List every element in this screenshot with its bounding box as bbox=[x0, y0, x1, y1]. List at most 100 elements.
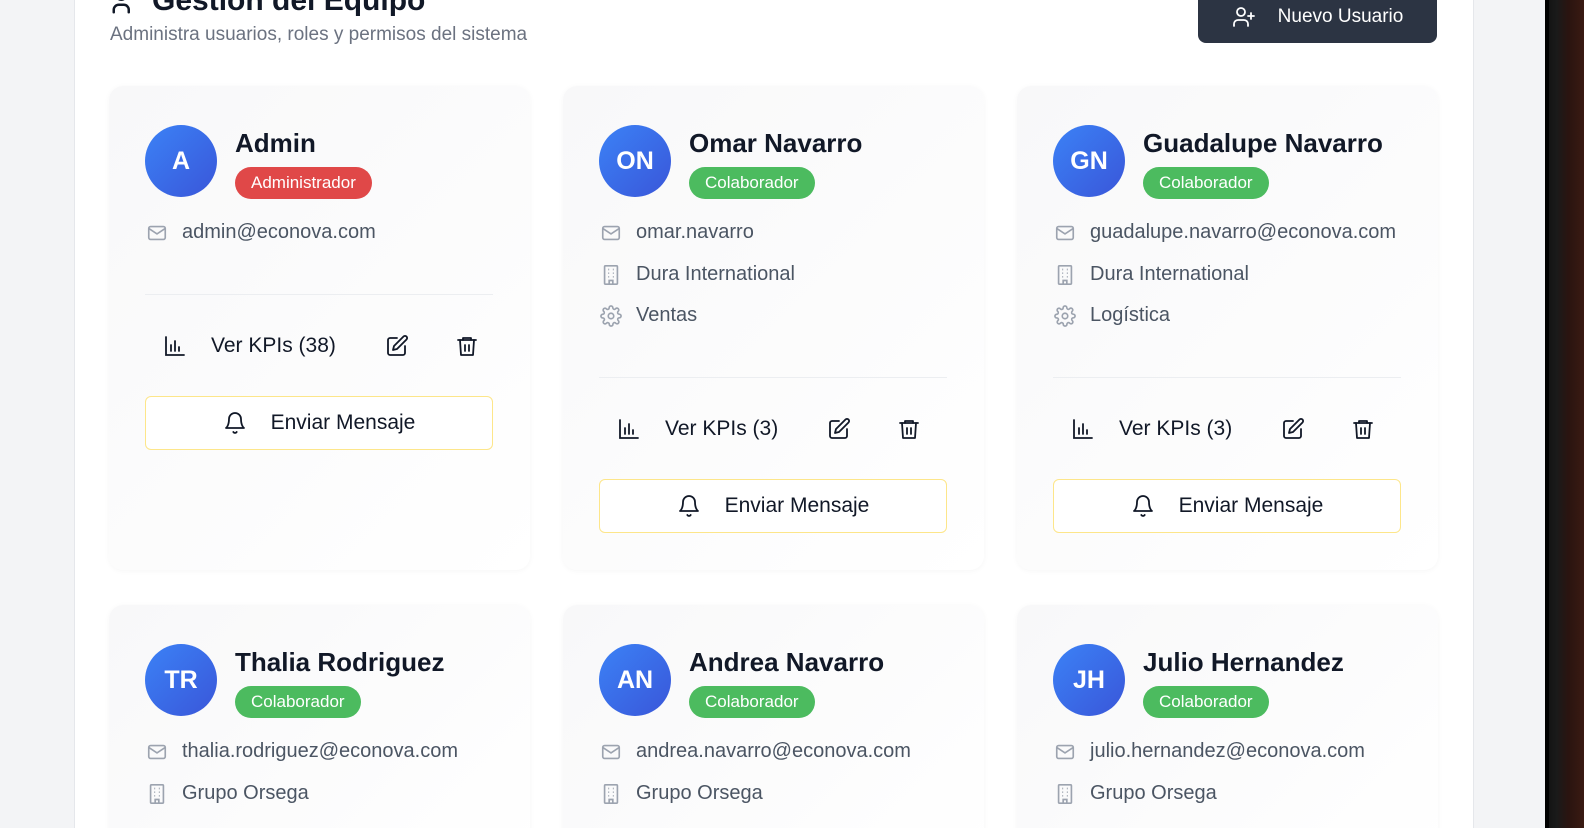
email-row: omar.navarro bbox=[600, 221, 754, 244]
users-icon bbox=[112, 0, 130, 14]
page-title-text: Gestión del Equipo bbox=[152, 0, 426, 17]
user-name: Guadalupe Navarro bbox=[1143, 128, 1383, 158]
edit-icon bbox=[386, 335, 408, 356]
trash-icon bbox=[456, 337, 477, 356]
page-subtitle: Administra usuarios, roles y permisos de… bbox=[110, 24, 528, 45]
role-badge: Colaborador bbox=[689, 686, 815, 718]
view-kpis-button[interactable]: Ver KPIs (3) bbox=[1071, 417, 1232, 441]
role-badge: Colaborador bbox=[1143, 686, 1269, 718]
gear-icon bbox=[600, 304, 622, 327]
mail-icon bbox=[147, 225, 167, 240]
email-row: thalia.rodriguez@econova.com bbox=[146, 740, 458, 763]
department-text: Logística bbox=[1090, 304, 1171, 326]
role-badge: Administrador bbox=[235, 167, 372, 199]
mail-icon bbox=[147, 744, 167, 759]
view-kpis-button[interactable]: Ver KPIs (3) bbox=[617, 417, 778, 441]
new-user-label: Nuevo Usuario bbox=[1277, 5, 1404, 27]
page-background bbox=[0, 0, 74, 828]
desktop-background-edge bbox=[1545, 0, 1584, 828]
card-actions: Ver KPIs (38) bbox=[163, 331, 482, 361]
page-title: Gestión del Equipo bbox=[110, 0, 425, 18]
gear-icon bbox=[1054, 304, 1076, 327]
user-card: AN Andrea Navarro Colaborador andrea.nav… bbox=[563, 605, 984, 828]
department-text: Ventas bbox=[636, 304, 698, 326]
user-name: Omar Navarro bbox=[689, 128, 863, 158]
user-plus-icon bbox=[1232, 6, 1255, 27]
user-card: ON Omar Navarro Colaborador omar.navarro… bbox=[563, 86, 984, 570]
divider bbox=[145, 294, 493, 295]
building-icon bbox=[149, 783, 165, 804]
user-name: Thalia Rodriguez bbox=[235, 647, 445, 677]
company-text: Grupo Orsega bbox=[1090, 782, 1217, 804]
building-icon bbox=[1057, 783, 1073, 804]
bar-chart-icon bbox=[1073, 419, 1093, 439]
send-message-button[interactable]: Enviar Mensaje bbox=[599, 479, 947, 533]
email-text: admin@econova.com bbox=[182, 221, 376, 243]
send-message-button[interactable]: Enviar Mensaje bbox=[145, 396, 493, 450]
send-message-label: Enviar Mensaje bbox=[270, 411, 416, 434]
company-text: Dura International bbox=[1090, 263, 1249, 285]
company-row: Grupo Orsega bbox=[1054, 782, 1217, 805]
department-row: Ventas bbox=[600, 304, 697, 327]
view-kpis-button[interactable]: Ver KPIs (38) bbox=[163, 334, 336, 358]
send-message-button[interactable]: Enviar Mensaje bbox=[1053, 479, 1401, 533]
divider bbox=[1053, 377, 1401, 378]
company-row: Grupo Orsega bbox=[146, 782, 309, 805]
avatar: A bbox=[145, 125, 217, 197]
email-row: guadalupe.navarro@econova.com bbox=[1054, 221, 1396, 244]
avatar: GN bbox=[1053, 125, 1125, 197]
mail-icon bbox=[1055, 744, 1075, 759]
email-row: julio.hernandez@econova.com bbox=[1054, 740, 1365, 763]
email-text: andrea.navarro@econova.com bbox=[636, 740, 911, 762]
email-row: admin@econova.com bbox=[146, 221, 376, 244]
trash-icon bbox=[899, 420, 920, 439]
avatar: AN bbox=[599, 644, 671, 716]
card-actions: Ver KPIs (3) bbox=[1071, 414, 1378, 444]
edit-button[interactable] bbox=[1278, 414, 1308, 444]
delete-button[interactable] bbox=[1348, 414, 1378, 444]
email-text: thalia.rodriguez@econova.com bbox=[182, 740, 459, 762]
user-card: TR Thalia Rodriguez Colaborador thalia.r… bbox=[109, 605, 530, 828]
email-row: andrea.navarro@econova.com bbox=[600, 740, 911, 763]
company-row: Grupo Orsega bbox=[600, 782, 763, 805]
role-badge: Colaborador bbox=[689, 167, 815, 199]
company-row: Dura International bbox=[600, 263, 795, 286]
user-name: Admin bbox=[235, 128, 316, 158]
view-kpis-label: Ver KPIs (3) bbox=[665, 417, 779, 440]
send-message-label: Enviar Mensaje bbox=[724, 494, 870, 517]
edit-button[interactable] bbox=[382, 331, 412, 361]
mail-icon bbox=[601, 225, 621, 240]
avatar: JH bbox=[1053, 644, 1125, 716]
delete-button[interactable] bbox=[452, 331, 482, 361]
bell-icon bbox=[224, 412, 245, 434]
mail-icon bbox=[1055, 225, 1075, 240]
mail-icon bbox=[601, 744, 621, 759]
company-text: Dura International bbox=[636, 263, 795, 285]
send-message-label: Enviar Mensaje bbox=[1178, 494, 1324, 517]
view-kpis-label: Ver KPIs (3) bbox=[1119, 417, 1233, 440]
bar-chart-icon bbox=[619, 419, 639, 439]
view-kpis-label: Ver KPIs (38) bbox=[211, 334, 336, 357]
email-text: julio.hernandez@econova.com bbox=[1090, 740, 1365, 762]
role-badge: Colaborador bbox=[235, 686, 361, 718]
user-card: A Admin Administrador admin@econova.com … bbox=[109, 86, 530, 570]
bell-icon bbox=[1132, 495, 1153, 517]
user-card: JH Julio Hernandez Colaborador julio.her… bbox=[1017, 605, 1438, 828]
delete-button[interactable] bbox=[894, 414, 924, 444]
avatar: TR bbox=[145, 644, 217, 716]
building-icon bbox=[603, 264, 619, 285]
divider bbox=[599, 377, 947, 378]
avatar: ON bbox=[599, 125, 671, 197]
edit-icon bbox=[829, 418, 851, 439]
edit-button[interactable] bbox=[824, 414, 854, 444]
email-text: omar.navarro bbox=[636, 221, 754, 243]
user-card: GN Guadalupe Navarro Colaborador guadalu… bbox=[1017, 86, 1438, 570]
company-text: Grupo Orsega bbox=[182, 782, 309, 804]
new-user-button[interactable]: Nuevo Usuario bbox=[1198, 0, 1437, 43]
edit-icon bbox=[1283, 418, 1305, 439]
email-text: guadalupe.navarro@econova.com bbox=[1090, 221, 1397, 243]
building-icon bbox=[1057, 264, 1073, 285]
user-name: Andrea Navarro bbox=[689, 647, 885, 677]
role-badge: Colaborador bbox=[1143, 167, 1269, 199]
department-row: Logística bbox=[1054, 304, 1170, 327]
